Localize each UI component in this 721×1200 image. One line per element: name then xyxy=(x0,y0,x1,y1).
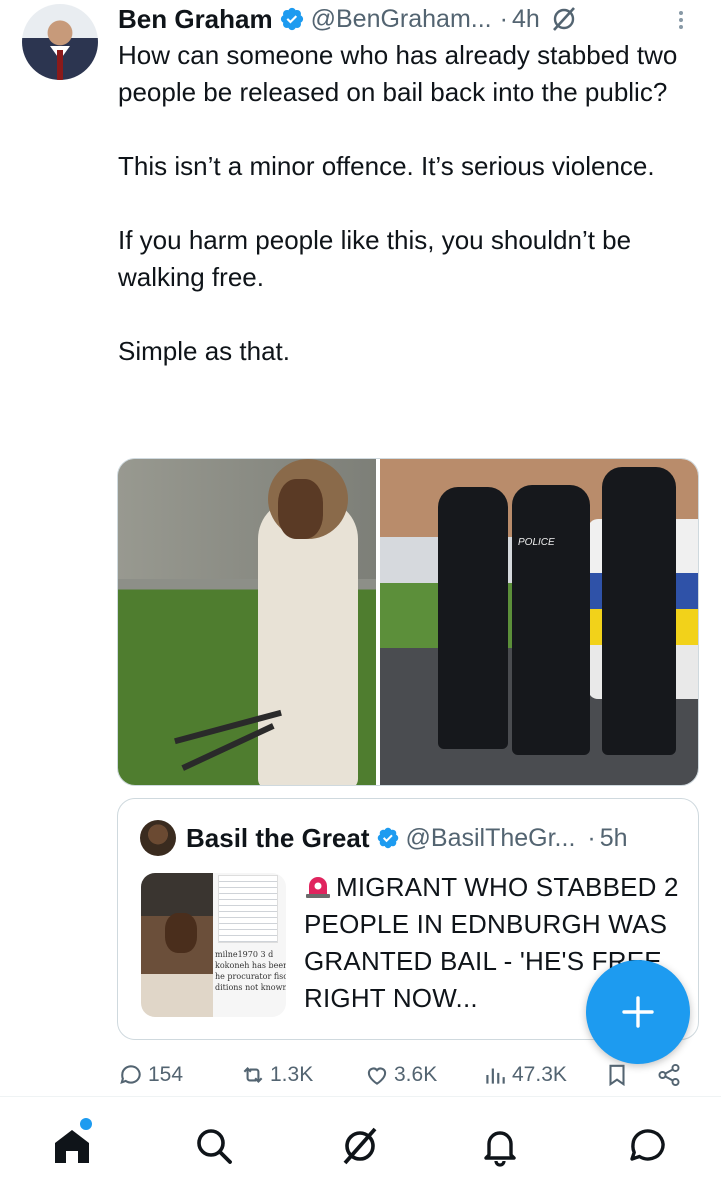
share-button[interactable] xyxy=(656,1058,686,1092)
time-separator: · xyxy=(587,823,596,852)
quoted-author-handle: @BasilTheGr... xyxy=(405,823,576,852)
quoted-author-avatar xyxy=(140,820,176,856)
thumb-face xyxy=(165,913,197,953)
time-separator: · xyxy=(499,4,508,33)
plus-icon xyxy=(622,996,654,1028)
verified-badge-icon xyxy=(280,7,303,31)
tab-search[interactable] xyxy=(190,1122,238,1170)
tab-grok[interactable] xyxy=(336,1122,384,1170)
post-text: How can someone who has already stabbed … xyxy=(118,37,708,370)
post-actions: 154 1.3K 3.6K 47.3K xyxy=(118,1058,708,1092)
grok-icon xyxy=(343,1127,377,1165)
quoted-media-thumbnail: milne1970 3 d kokoneh has been he procur… xyxy=(141,873,286,1017)
thumb-snippet: milne1970 3 d kokoneh has been he procur… xyxy=(215,950,286,992)
post-paragraph: How can someone who has already stabbed … xyxy=(118,40,678,107)
views-button[interactable]: 47.3K xyxy=(482,1058,567,1092)
tab-notifications[interactable] xyxy=(476,1122,524,1170)
quoted-author-name: Basil the Great xyxy=(186,822,370,853)
reply-button[interactable]: 154 xyxy=(118,1058,183,1092)
siren-icon xyxy=(306,877,330,898)
more-vertical-icon[interactable] xyxy=(676,8,686,34)
views-count: 47.3K xyxy=(512,1063,567,1086)
search-icon xyxy=(197,1129,232,1164)
home-notification-dot xyxy=(80,1118,92,1130)
photo-figure xyxy=(258,499,358,785)
author-name[interactable]: Ben Graham xyxy=(118,4,273,35)
photo-officer xyxy=(602,467,676,755)
reply-count: 154 xyxy=(148,1063,184,1086)
photo-officer xyxy=(438,487,508,749)
quoted-post-time: 5h xyxy=(599,823,628,852)
compose-button[interactable] xyxy=(586,960,690,1064)
tabbar-divider xyxy=(0,1096,721,1097)
post-paragraph: If you harm people like this, you should… xyxy=(118,225,632,292)
bottom-tab-bar xyxy=(0,1100,721,1200)
media-photo-police[interactable]: POLICE xyxy=(380,459,698,785)
bell-icon xyxy=(484,1131,516,1167)
verified-badge-icon xyxy=(377,827,398,849)
post-media: POLICE xyxy=(117,458,699,786)
thumb-photo xyxy=(141,873,213,1017)
home-icon xyxy=(55,1130,89,1163)
photo-face xyxy=(278,479,323,539)
thumb-doc-page xyxy=(218,875,278,943)
like-button[interactable]: 3.6K xyxy=(364,1058,437,1092)
post-paragraph: This isn’t a minor offence. It’s serious… xyxy=(118,151,655,181)
tab-messages[interactable] xyxy=(624,1122,672,1170)
bookmark-icon xyxy=(609,1064,625,1087)
message-icon xyxy=(630,1129,665,1161)
photo-officer xyxy=(512,485,590,755)
post-time[interactable]: 4h xyxy=(512,5,540,34)
share-icon xyxy=(658,1063,680,1087)
post-header: Ben Graham @BenGraham... · 4h xyxy=(118,2,578,36)
repost-button[interactable]: 1.3K xyxy=(240,1058,313,1092)
heart-icon xyxy=(367,1067,387,1085)
quoted-post-header: Basil the Great @BasilTheGr... · 5h xyxy=(186,821,628,855)
photo-police-label: POLICE xyxy=(518,537,555,548)
author-avatar[interactable] xyxy=(22,4,98,80)
thumb-document: milne1970 3 d kokoneh has been he procur… xyxy=(213,873,286,1017)
repost-icon xyxy=(243,1067,263,1083)
media-photo-suspect[interactable] xyxy=(118,459,376,785)
bookmark-button[interactable] xyxy=(604,1058,634,1092)
author-handle[interactable]: @BenGraham... xyxy=(311,5,492,34)
repost-count: 1.3K xyxy=(270,1063,314,1086)
avatar-tie xyxy=(57,50,63,80)
reply-icon xyxy=(120,1065,141,1085)
views-icon xyxy=(486,1068,505,1084)
tab-home[interactable] xyxy=(48,1118,96,1170)
post-paragraph: Simple as that. xyxy=(118,336,290,366)
like-count: 3.6K xyxy=(394,1063,438,1086)
grok-icon[interactable] xyxy=(550,5,578,33)
